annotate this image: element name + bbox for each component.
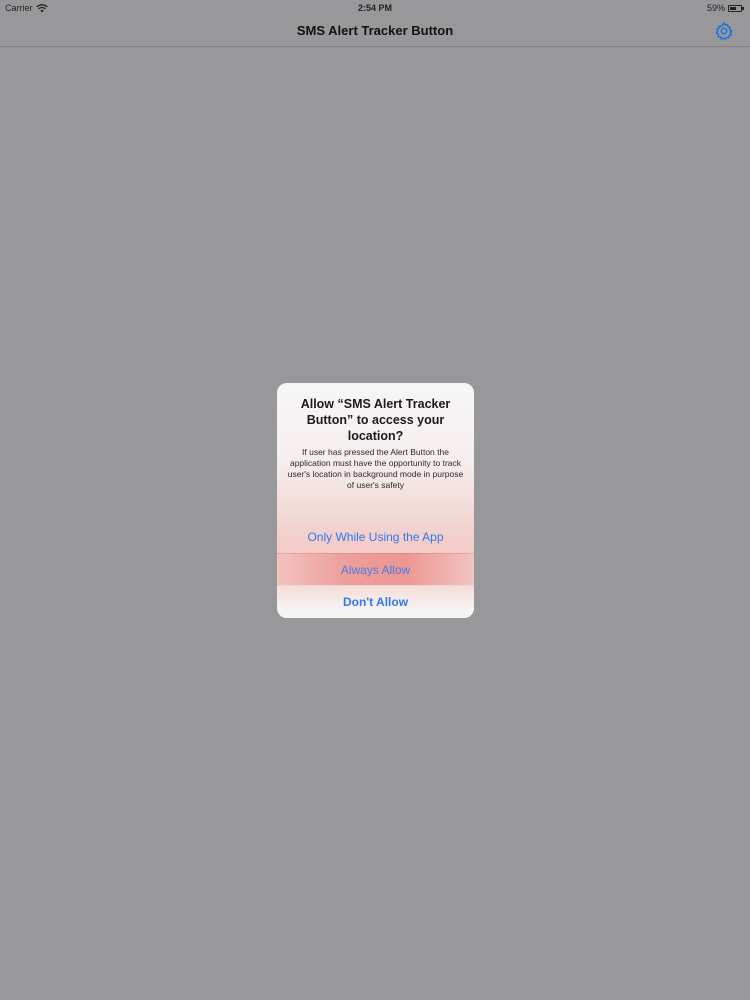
battery-percentage: 59%: [706, 3, 725, 13]
alert-message: If user has pressed the Alert Button the…: [287, 447, 464, 490]
battery-icon: [728, 4, 744, 12]
battery-fill: [730, 6, 736, 10]
alert-body: Allow “SMS Alert Tracker Button” to acce…: [277, 383, 474, 521]
always-allow-button[interactable]: Always Allow: [277, 553, 474, 586]
alert-title: Allow “SMS Alert Tracker Button” to acce…: [300, 397, 451, 443]
status-time: 2:54 PM: [357, 3, 392, 13]
only-while-using-button[interactable]: Only While Using the App: [277, 521, 474, 553]
gear-icon[interactable]: [714, 21, 734, 41]
status-bar: Carrier 2:54 PM 59%: [0, 0, 750, 16]
page-title: SMS Alert Tracker Button: [296, 23, 454, 38]
location-permission-alert: Allow “SMS Alert Tracker Button” to acce…: [277, 383, 474, 618]
navigation-bar: SMS Alert Tracker Button: [0, 16, 750, 47]
battery-indicator: 59%: [706, 3, 744, 13]
dont-allow-button[interactable]: Don't Allow: [277, 585, 474, 618]
